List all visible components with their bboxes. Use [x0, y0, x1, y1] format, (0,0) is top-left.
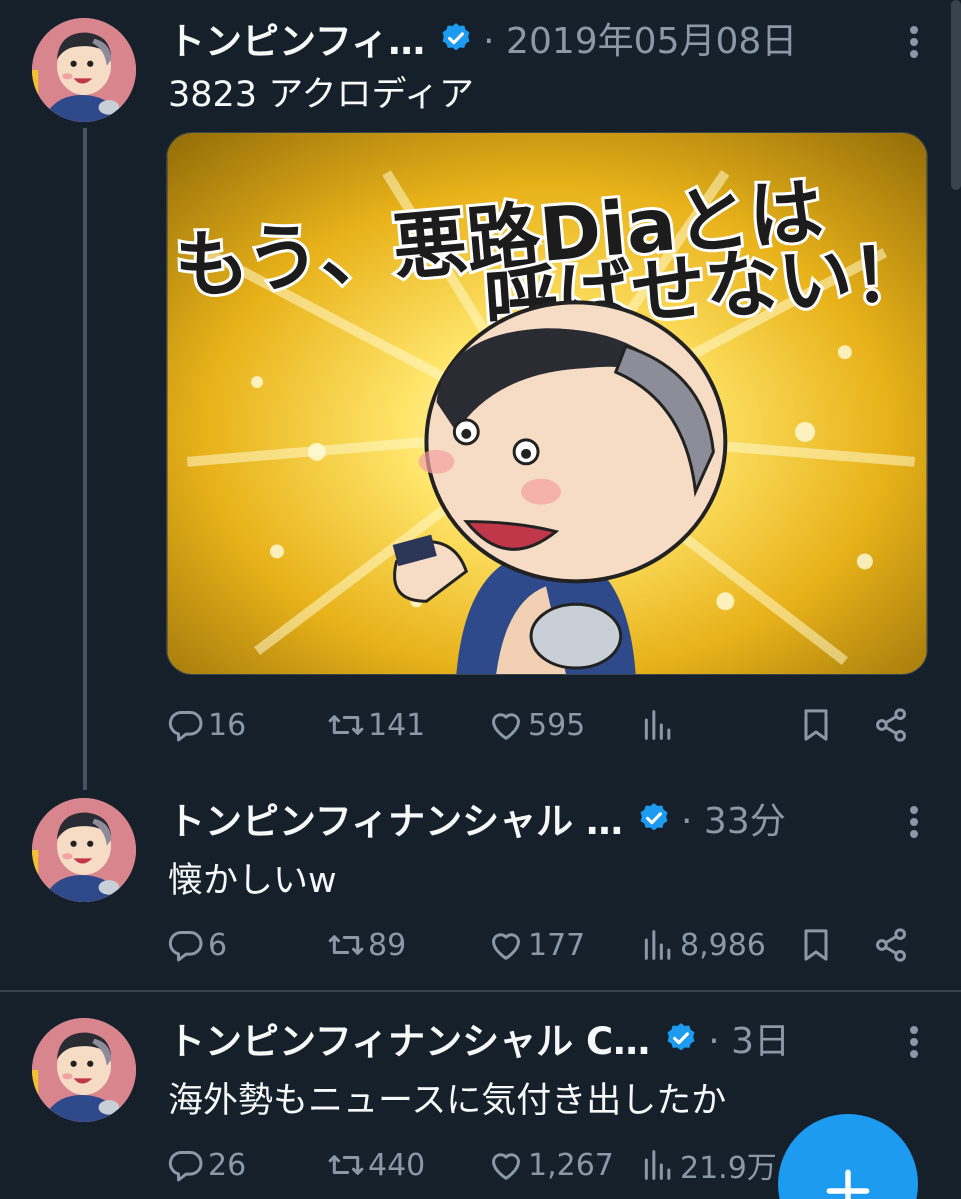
reply-icon	[168, 931, 203, 962]
tweet-timestamp[interactable]: · 2019年05月08日	[483, 12, 797, 64]
bookmark-button[interactable]	[796, 700, 836, 750]
retweet-count: 141	[368, 707, 426, 743]
bookmark-icon	[804, 929, 828, 961]
verified-badge-icon	[667, 1023, 695, 1051]
tweet-header: トンピンフィ… · 2019年05月08日	[168, 11, 961, 65]
tweet-timestamp[interactable]: · 33分	[681, 792, 786, 844]
verified-badge-icon	[640, 803, 668, 831]
more-options-icon[interactable]	[907, 1022, 921, 1062]
tweet-timestamp[interactable]: · 3日	[708, 1012, 790, 1064]
views-chart-icon	[644, 710, 671, 740]
author-name[interactable]: トンピンフィナンシャル C…	[168, 1011, 650, 1065]
retweet-button[interactable]: 89	[326, 920, 406, 970]
reply-button[interactable]: 16	[166, 700, 246, 750]
verified-badge-icon	[442, 23, 470, 51]
tweet-1[interactable]: トンピンフィ… · 2019年05月08日 3823 アクロディア もう、悪路D…	[0, 0, 961, 790]
reply-count: 26	[208, 1147, 247, 1183]
author-avatar[interactable]	[32, 1018, 136, 1122]
like-button[interactable]: 1,267	[486, 1140, 614, 1190]
views-count: 8,986	[680, 927, 766, 963]
tweet-header: トンピンフィナンシャル C… · 3日	[168, 1011, 961, 1065]
reply-count: 6	[208, 927, 228, 963]
reply-icon	[168, 711, 203, 742]
plus-icon	[826, 1169, 870, 1199]
views-button[interactable]	[638, 700, 680, 750]
reply-count: 16	[208, 707, 247, 743]
tweet-header: トンピンフィナンシャル … · 33分	[168, 791, 961, 845]
author-name[interactable]: トンピンフィ…	[168, 11, 425, 65]
retweet-count: 440	[368, 1147, 426, 1183]
author-avatar[interactable]	[32, 798, 136, 902]
heart-icon	[492, 713, 520, 740]
share-button[interactable]	[871, 700, 911, 750]
retweet-button[interactable]: 141	[326, 700, 425, 750]
author-name[interactable]: トンピンフィナンシャル …	[168, 791, 623, 845]
like-count: 595	[528, 707, 586, 743]
retweet-count: 89	[368, 927, 407, 963]
like-button[interactable]: 177	[486, 920, 585, 970]
retweet-icon	[328, 1155, 364, 1175]
like-button[interactable]: 595	[486, 700, 585, 750]
views-button[interactable]: 8,986	[638, 920, 766, 970]
tweet-text: 3823 アクロディア	[168, 75, 474, 115]
views-chart-icon	[644, 930, 671, 960]
thread-connector-line	[83, 128, 87, 790]
tweet-actions: 16 141 595	[166, 700, 916, 750]
tweet-text: 懐かしいw	[168, 861, 337, 901]
like-count: 177	[528, 927, 586, 963]
scrollbar[interactable]	[951, 0, 961, 190]
reply-button[interactable]: 26	[166, 1140, 246, 1190]
retweet-button[interactable]: 440	[326, 1140, 425, 1190]
retweet-icon	[328, 715, 364, 735]
more-options-icon[interactable]	[907, 802, 921, 842]
like-count: 1,267	[528, 1147, 614, 1183]
retweet-icon	[328, 935, 364, 955]
reply-icon	[168, 1151, 203, 1182]
tweet-text: 海外勢もニュースに気付き出したか	[168, 1081, 727, 1121]
views-chart-icon	[644, 1150, 671, 1180]
tweet-image[interactable]: もう、悪路Diaとは 呼ばせない！	[166, 132, 928, 675]
share-icon	[876, 708, 906, 742]
bookmark-button[interactable]	[796, 920, 836, 970]
more-options-icon[interactable]	[907, 22, 921, 62]
tweet-2[interactable]: トンピンフィナンシャル … · 33分 懐かしいw 6 89 177 8,986	[0, 790, 961, 990]
share-icon	[876, 928, 906, 962]
share-button[interactable]	[871, 920, 911, 970]
reply-button[interactable]: 6	[166, 920, 227, 970]
views-count: 21.9万	[680, 1151, 777, 1186]
author-avatar[interactable]	[32, 18, 136, 122]
views-button[interactable]: 21.9万	[638, 1140, 777, 1190]
heart-icon	[492, 1153, 520, 1180]
heart-icon	[492, 933, 520, 960]
tweet-actions: 6 89 177 8,986	[166, 920, 916, 970]
bookmark-icon	[804, 709, 828, 741]
